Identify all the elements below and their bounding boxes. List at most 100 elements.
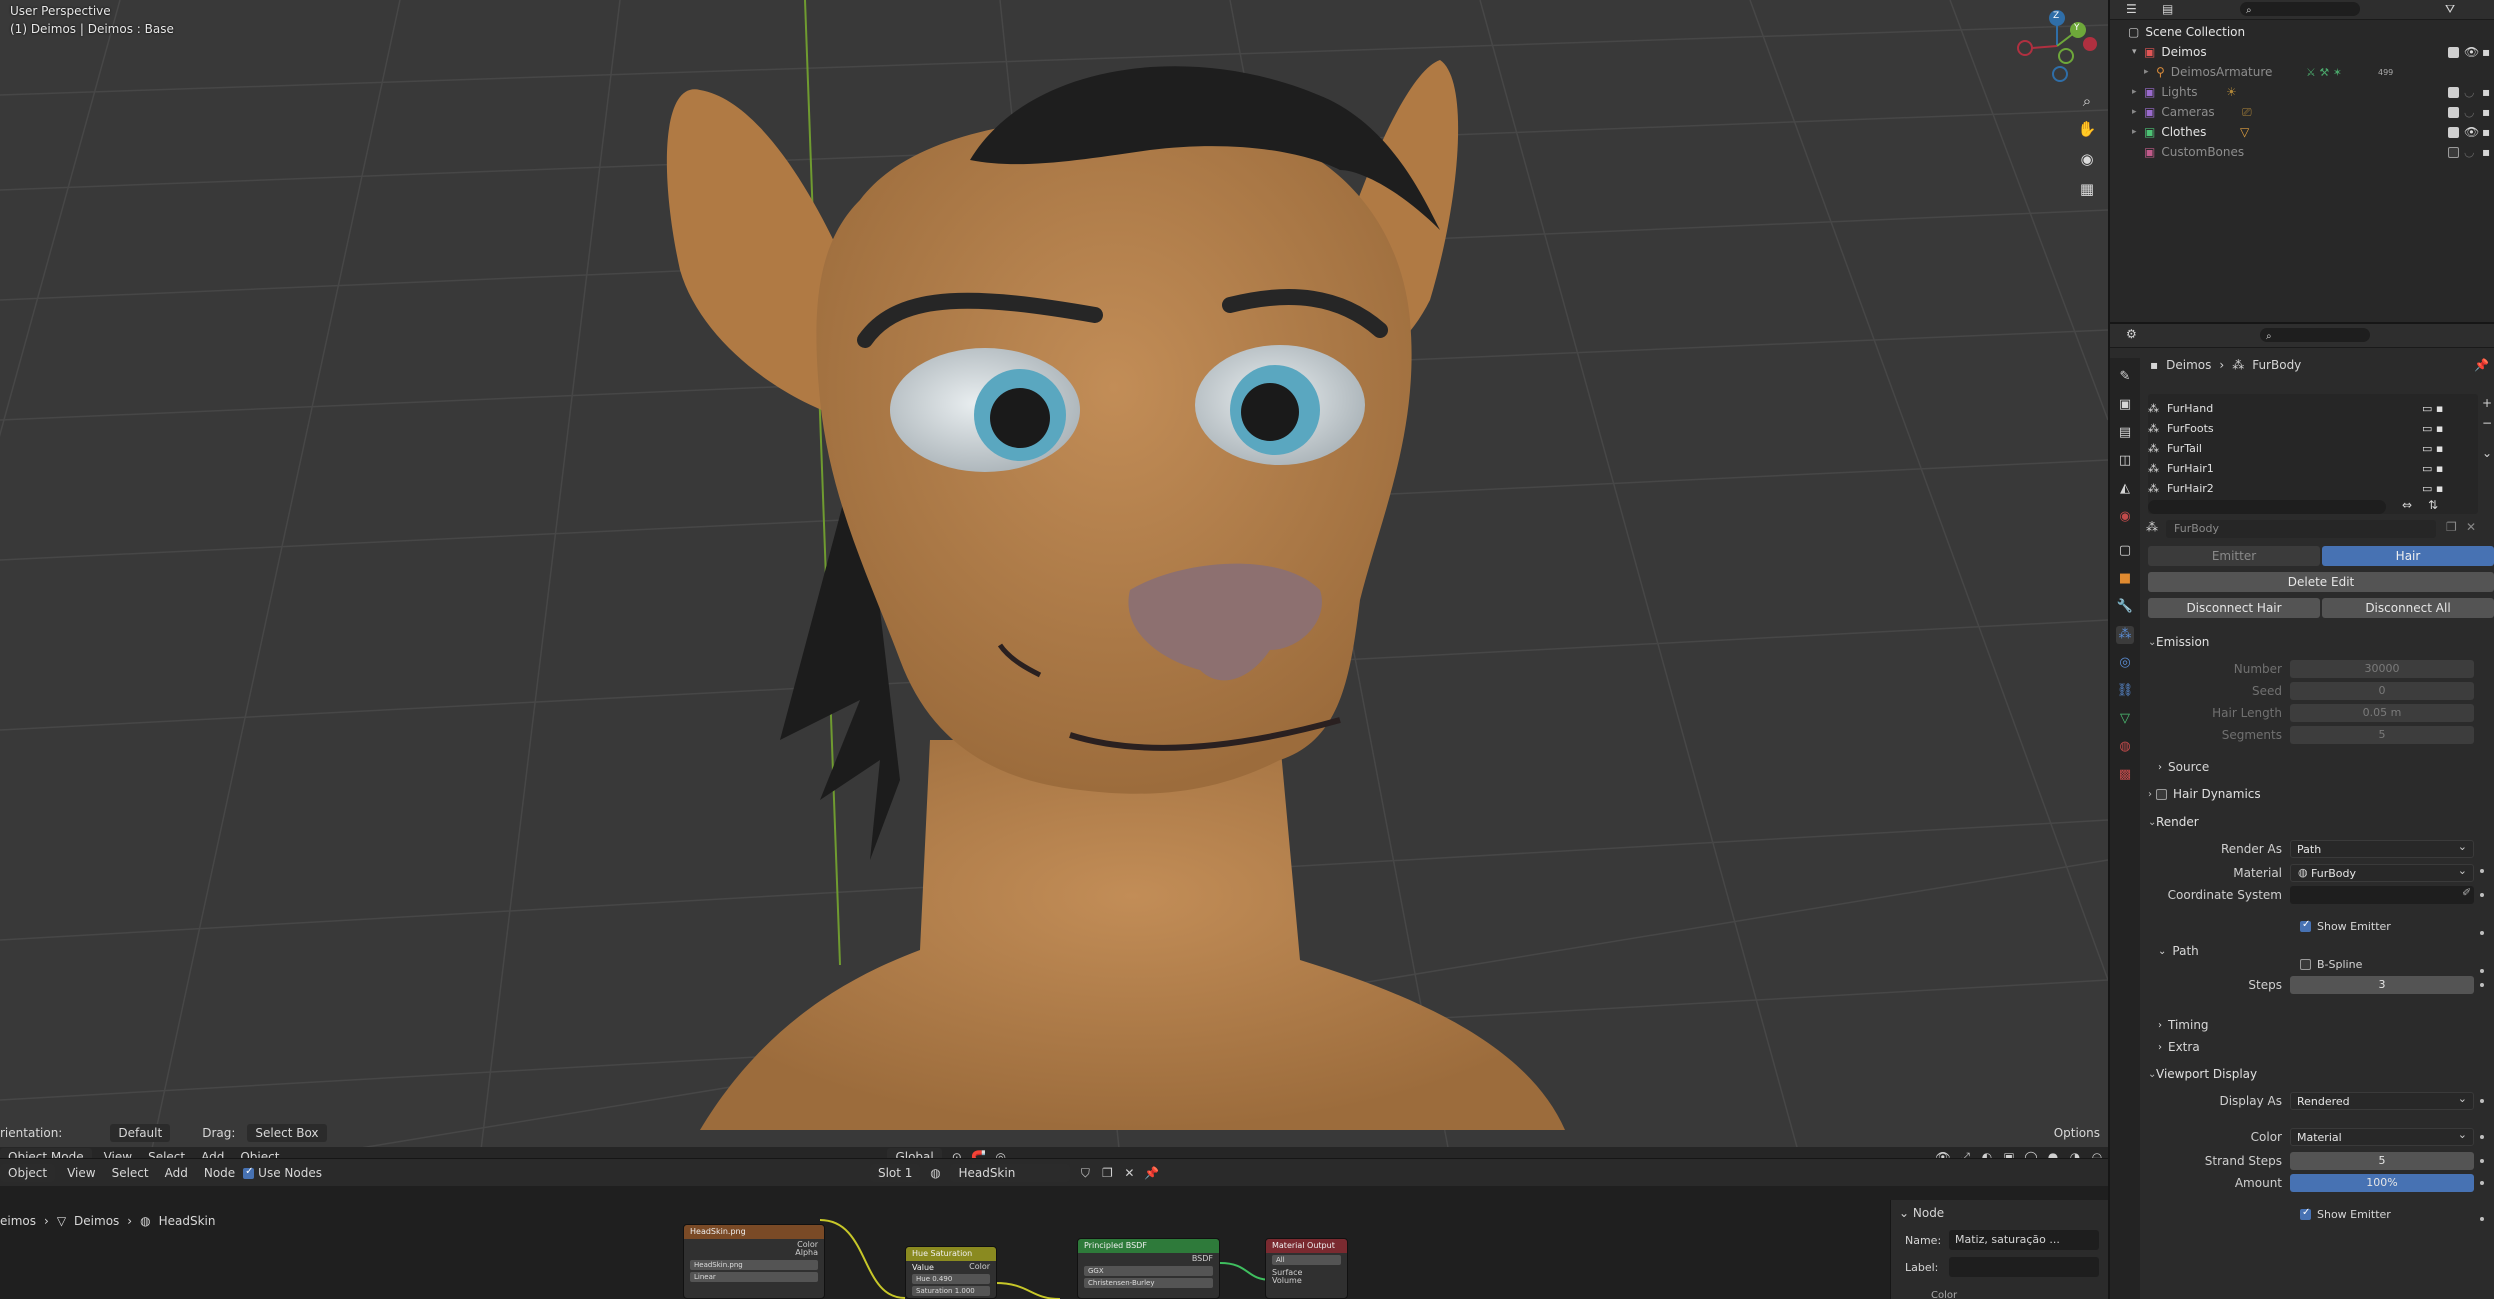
panel-render[interactable]: ⌄ Render: [2140, 810, 2494, 834]
viewport-display-icon[interactable]: ▭ ▪: [2422, 402, 2443, 415]
properties-search-input[interactable]: ⌕: [2260, 328, 2370, 342]
drag-dropdown[interactable]: Select Box: [247, 1124, 327, 1142]
keyframe-dot[interactable]: [2480, 931, 2484, 935]
zoom-icon[interactable]: ⌕: [2074, 88, 2100, 114]
outliner-item-cameras[interactable]: ▸ ▣ Cameras ⎚ ◡ ▪: [2110, 102, 2494, 122]
list-item[interactable]: ⁂ FurTail ▭ ▪: [2148, 438, 2458, 458]
exclude-checkbox[interactable]: [2448, 126, 2459, 138]
duplicate-settings-icon[interactable]: ❐: [2446, 520, 2457, 534]
node-image-texture[interactable]: HeadSkin.png Color Alpha HeadSkin.png Li…: [683, 1224, 825, 1299]
camera-icon[interactable]: ▪: [2482, 125, 2490, 139]
outliner-item-custombones[interactable]: ▣ CustomBones ◡ ▪: [2110, 142, 2494, 162]
node-label-field[interactable]: [1949, 1257, 2099, 1277]
keyframe-dot[interactable]: [2480, 1135, 2484, 1139]
collection-tab-icon[interactable]: ▢: [2116, 542, 2134, 560]
expand-arrow-icon[interactable]: ▸: [2144, 67, 2156, 77]
physics-tab-icon[interactable]: ◎: [2116, 654, 2134, 672]
tool-tab-icon[interactable]: ✎: [2116, 368, 2134, 386]
node-section-header[interactable]: ⌄ Node: [1899, 1206, 1944, 1220]
delete-edit-button[interactable]: Delete Edit: [2148, 572, 2494, 592]
node-color-section[interactable]: Color: [1931, 1290, 1957, 1299]
expand-arrow-icon[interactable]: ▸: [2132, 127, 2144, 137]
eye-closed-icon[interactable]: ◡: [2464, 145, 2474, 159]
node-name-field[interactable]: Matiz, saturação ...: [1949, 1230, 2099, 1250]
outliner-item-deimos[interactable]: ▾ ▣ Deimos 👁 ▪: [2110, 42, 2494, 62]
sort-icon[interactable]: ⇔: [2402, 498, 2412, 512]
expand-arrow-icon[interactable]: ▸: [2132, 87, 2144, 97]
expand-arrow-icon[interactable]: ▸: [2132, 107, 2144, 117]
coordinate-system-field[interactable]: [2290, 886, 2474, 904]
options-button[interactable]: Options: [2046, 1126, 2108, 1140]
solid-shading-icon[interactable]: ●: [2042, 1147, 2064, 1158]
output-tab-icon[interactable]: ▤: [2116, 424, 2134, 442]
keyframe-dot[interactable]: [2480, 983, 2484, 987]
node-principled-bsdf[interactable]: Principled BSDF BSDF GGX Christensen-Bur…: [1077, 1238, 1220, 1299]
keyframe-dot[interactable]: [2480, 893, 2484, 897]
tab-emitter[interactable]: Emitter: [2148, 546, 2320, 566]
steps-field[interactable]: 3: [2290, 976, 2474, 994]
navigation-gizmo[interactable]: Z Y: [2010, 6, 2105, 86]
node-hue-saturation[interactable]: Hue Saturation Value Color Hue 0.490 Sat…: [905, 1246, 997, 1299]
outliner-item-clothes[interactable]: ▸ ▣ Clothes ▽ 👁 ▪: [2110, 122, 2494, 142]
list-item[interactable]: ⁂ FurHair1 ▭ ▪: [2148, 458, 2458, 478]
node-target-field[interactable]: All: [1272, 1255, 1341, 1265]
camera-view-icon[interactable]: ◉: [2074, 146, 2100, 172]
wireframe-shading-icon[interactable]: ◯: [2020, 1147, 2042, 1158]
3d-viewport[interactable]: User Perspective (1) Deimos | Deimos : B…: [0, 0, 2108, 1158]
disconnect-all-button[interactable]: Disconnect All: [2322, 598, 2494, 618]
panel-hair-dynamics[interactable]: › Hair Dynamics: [2140, 782, 2494, 806]
camera-icon[interactable]: ▪: [2482, 85, 2490, 99]
modifier-tab-icon[interactable]: 🔧: [2116, 598, 2134, 616]
sort-alpha-icon[interactable]: ⇅: [2428, 498, 2438, 512]
visibility-icon[interactable]: 👁: [1932, 1147, 1954, 1158]
tab-hair[interactable]: Hair: [2322, 546, 2494, 566]
menu-object[interactable]: Object: [232, 1150, 287, 1158]
render-as-dropdown[interactable]: Path: [2290, 840, 2474, 858]
eye-closed-icon[interactable]: ◡: [2464, 85, 2474, 99]
transform-orientation-dropdown[interactable]: Global: [887, 1148, 942, 1158]
properties-editor[interactable]: ⚙ ⌕ ✎ ▣ ▤ ◫ ◭ ◉ ▢ ■ 🔧 ⁂ ◎ ⛓ ▽ ◍ ▩ ▪ Deim…: [2108, 322, 2494, 1299]
number-field[interactable]: 30000: [2290, 660, 2474, 678]
menu-view[interactable]: View: [96, 1150, 140, 1158]
overlay-icon[interactable]: ◐: [1976, 1147, 1998, 1158]
list-item[interactable]: ⁂ FurFoots ▭ ▪: [2148, 418, 2458, 438]
material-shading-icon[interactable]: ◑: [2064, 1147, 2086, 1158]
list-item[interactable]: ⁂ FurHand ▭ ▪: [2148, 398, 2458, 418]
node-saturation-field[interactable]: Saturation 1.000: [912, 1286, 990, 1296]
unlink-settings-icon[interactable]: ✕: [2466, 520, 2476, 534]
chevron-down-icon[interactable]: ⌄: [2482, 446, 2492, 460]
material-tab-icon[interactable]: ◍: [2116, 738, 2134, 756]
orientation-dropdown[interactable]: Default: [110, 1124, 171, 1142]
outliner-item-armature[interactable]: ▸ ⚲ DeimosArmature ⚔ ⚒ ✶ 499: [2110, 62, 2494, 82]
node-distribution-field[interactable]: GGX: [1084, 1266, 1213, 1276]
strand-steps-field[interactable]: 5: [2290, 1152, 2474, 1170]
hair-dynamics-checkbox[interactable]: [2156, 788, 2167, 800]
object-tab-icon[interactable]: ■: [2116, 570, 2134, 588]
particle-settings-field[interactable]: FurBody: [2166, 520, 2436, 538]
node-material-output[interactable]: Material Output All Surface Volume: [1265, 1238, 1348, 1299]
eye-closed-icon[interactable]: ◡: [2464, 105, 2474, 119]
subpanel-path[interactable]: ⌄ Path: [2158, 940, 2199, 962]
display-mode-icon[interactable]: ☰: [2126, 2, 2137, 16]
remove-slot-icon[interactable]: −: [2482, 416, 2492, 430]
panel-viewport-display[interactable]: ⌄ Viewport Display: [2140, 1062, 2494, 1086]
display-color-dropdown[interactable]: Material: [2290, 1128, 2474, 1146]
keyframe-dot[interactable]: [2480, 869, 2484, 873]
shader-node-editor[interactable]: Object View Select Add Node Use Nodes Sl…: [0, 1158, 2108, 1299]
filter-icon[interactable]: ⛛: [2445, 2, 2455, 17]
view-layer-tab-icon[interactable]: ◫: [2116, 452, 2134, 470]
hair-length-field[interactable]: 0.05 m: [2290, 704, 2474, 722]
expand-arrow-icon[interactable]: ▾: [2132, 47, 2144, 57]
display-as-dropdown[interactable]: Rendered: [2290, 1092, 2474, 1110]
outliner-root[interactable]: ▢ Scene Collection: [2110, 22, 2494, 42]
eye-icon[interactable]: 👁: [2464, 45, 2479, 59]
add-slot-icon[interactable]: +: [2482, 396, 2492, 410]
menu-select[interactable]: Select: [140, 1150, 193, 1158]
list-item[interactable]: ⁂ FurHair2 ▭ ▪: [2148, 478, 2458, 498]
outliner-item-lights[interactable]: ▸ ▣ Lights ☀ ◡ ▪: [2110, 82, 2494, 102]
camera-icon[interactable]: ▪: [2482, 105, 2490, 119]
exclude-checkbox[interactable]: [2448, 106, 2459, 118]
constraints-tab-icon[interactable]: ⛓: [2116, 682, 2134, 700]
node-colorspace-field[interactable]: Linear: [690, 1272, 818, 1282]
viewport-display-icon[interactable]: ▭ ▪: [2422, 442, 2443, 455]
